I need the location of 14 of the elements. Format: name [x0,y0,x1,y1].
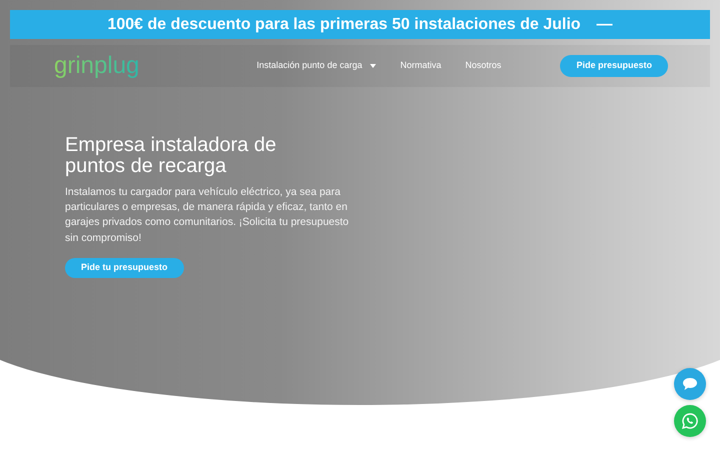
logo[interactable]: grinplug [54,54,140,78]
phone-bubble-icon [682,413,698,429]
promo-text: 100€ de descuento para las primeras 50 instalaciones de Julio [107,14,581,34]
chat-button[interactable] [674,368,706,400]
nav-link[interactable]: Normativa [400,59,442,73]
quote-button[interactable]: Pide presupuesto [560,55,668,77]
nav-link[interactable]: Instalación punto de carga [256,59,376,73]
collapse-toggle[interactable]: — [596,12,613,36]
hero-title: Empresa instaladora de puntos de recarga [65,135,278,177]
nav-link[interactable]: Nosotros [465,59,502,73]
quote-button[interactable]: Pide tu presupuesto [65,258,184,278]
whatsapp-button[interactable] [674,405,706,437]
hero-text: Instalamos tu cargador para vehículo eléctrico, ya sea para particulares o empresas, de manera rápida y eficaz, tanto en garajes privados como comunitarios. ¡Solicita tu presupuesto sin compromiso! [65,185,350,246]
chat-bubble-icon [683,378,697,390]
